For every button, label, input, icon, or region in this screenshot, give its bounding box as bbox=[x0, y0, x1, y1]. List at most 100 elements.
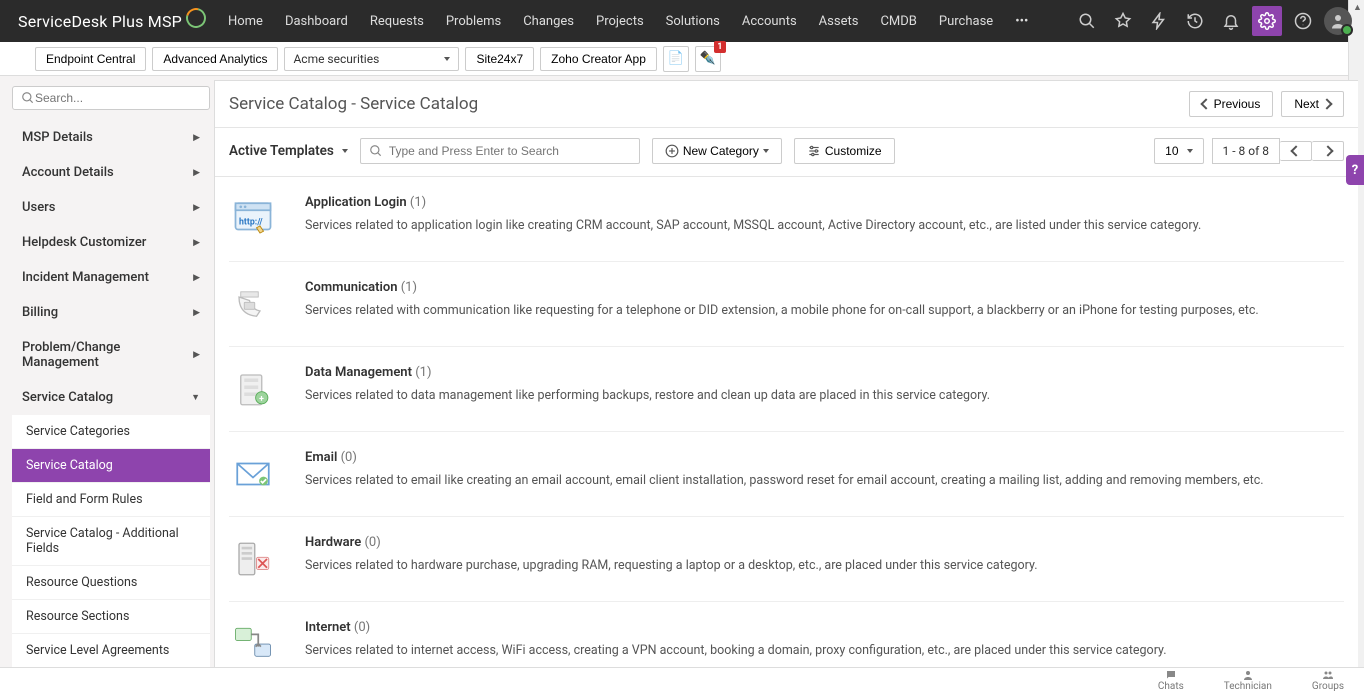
sidebar-item-service-catalog[interactable]: Service Catalog▼ bbox=[12, 380, 210, 415]
nav-projects[interactable]: Projects bbox=[596, 14, 644, 29]
search-icon bbox=[21, 91, 35, 105]
nav-solutions[interactable]: Solutions bbox=[666, 14, 720, 29]
nav-accounts[interactable]: Accounts bbox=[742, 14, 797, 29]
chevron-right-icon: ▶ bbox=[193, 133, 200, 143]
category-title: Application Login (1) bbox=[305, 195, 1344, 210]
sidebar-search[interactable] bbox=[12, 86, 210, 110]
nav-assets[interactable]: Assets bbox=[819, 14, 859, 29]
template-search[interactable] bbox=[360, 138, 640, 164]
chevron-right-icon: ▶ bbox=[193, 203, 200, 213]
sidebar-sub-resource-questions[interactable]: Resource Questions bbox=[12, 566, 210, 600]
nav-home[interactable]: Home bbox=[228, 14, 263, 29]
sidebar-item-helpdesk-customizer[interactable]: Helpdesk Customizer▶ bbox=[12, 225, 210, 260]
sidebar-item-account-details[interactable]: Account Details▶ bbox=[12, 155, 210, 190]
app-logo: ServiceDesk Plus MSP bbox=[18, 11, 206, 31]
advanced-analytics-button[interactable]: Advanced Analytics bbox=[152, 47, 278, 71]
sidebar-search-input[interactable] bbox=[35, 91, 201, 105]
user-avatar[interactable] bbox=[1324, 7, 1352, 35]
category-item[interactable]: Communication (1)Services related with c… bbox=[229, 262, 1344, 347]
sidebar-item-problem-change[interactable]: Problem/Change Management▶ bbox=[12, 330, 210, 380]
sidebar-item-users[interactable]: Users▶ bbox=[12, 190, 210, 225]
svg-text:+: + bbox=[259, 394, 264, 404]
category-item[interactable]: Hardware (0) Services related to hardware… bbox=[229, 517, 1344, 602]
category-item[interactable]: Email (0) Services related to email like … bbox=[229, 432, 1344, 517]
chevron-right-icon: ▶ bbox=[193, 273, 200, 283]
help-icon[interactable] bbox=[1288, 6, 1318, 36]
chevron-right-icon: ▶ bbox=[193, 168, 200, 178]
announce-badge: 1 bbox=[714, 41, 726, 53]
logo-text: ServiceDesk Plus MSP bbox=[18, 12, 182, 31]
app-icon: http:// bbox=[229, 195, 277, 243]
category-desc: Services related to application login li… bbox=[305, 218, 1344, 233]
nav-more[interactable]: ••• bbox=[1015, 14, 1028, 29]
account-select[interactable]: Acme securities bbox=[284, 47, 459, 71]
search-icon[interactable] bbox=[1072, 6, 1102, 36]
chat-icon bbox=[1164, 669, 1178, 681]
nav-changes[interactable]: Changes bbox=[523, 14, 574, 29]
new-category-button[interactable]: New Category bbox=[652, 138, 782, 164]
chevron-down-icon: ▼ bbox=[191, 392, 200, 403]
sidebar-item-incident-management[interactable]: Incident Management▶ bbox=[12, 260, 210, 295]
category-desc: Services related to email like creating … bbox=[305, 473, 1344, 488]
topbar-actions bbox=[1072, 6, 1352, 36]
category-list[interactable]: http:// Application Login (1) Services rel… bbox=[215, 177, 1358, 667]
category-item[interactable]: http:// Application Login (1) Services rel… bbox=[229, 177, 1344, 262]
category-desc: Services related to internet access, WiF… bbox=[305, 643, 1344, 658]
sidebar-sub-additional-fields[interactable]: Service Catalog - Additional Fields bbox=[12, 517, 210, 566]
announce-icon-button[interactable]: ✒️1 bbox=[695, 46, 721, 72]
footer-technician[interactable]: Technician bbox=[1224, 669, 1272, 692]
template-search-input[interactable] bbox=[389, 144, 631, 158]
category-item[interactable]: +Data Management (1)Services related to … bbox=[229, 347, 1344, 432]
nav-problems[interactable]: Problems bbox=[446, 14, 501, 29]
sidebar-sub-service-catalog[interactable]: Service Catalog bbox=[12, 449, 210, 483]
chevron-down-icon bbox=[342, 149, 348, 153]
nav-cmdb[interactable]: CMDB bbox=[880, 14, 916, 29]
help-tab[interactable]: ? bbox=[1346, 155, 1364, 185]
nav-purchase[interactable]: Purchase bbox=[939, 14, 993, 29]
top-nav-links: Home Dashboard Requests Problems Changes… bbox=[228, 14, 1072, 29]
page-title: Service Catalog - Service Catalog bbox=[229, 94, 478, 114]
chevron-left-icon bbox=[1290, 145, 1301, 156]
history-icon[interactable] bbox=[1180, 6, 1210, 36]
settings-gear-icon[interactable] bbox=[1252, 6, 1282, 36]
net-icon bbox=[229, 620, 277, 667]
customize-button[interactable]: Customize bbox=[794, 138, 895, 164]
data-icon: + bbox=[229, 365, 277, 413]
sidebar-sub-resource-sections[interactable]: Resource Sections bbox=[12, 600, 210, 634]
category-desc: Services related to data management like… bbox=[305, 388, 1344, 403]
page-size-select[interactable]: 10 bbox=[1154, 138, 1203, 164]
chevron-right-icon bbox=[1321, 98, 1332, 109]
footer-groups[interactable]: Groups bbox=[1312, 669, 1344, 692]
context-bar: Endpoint Central Advanced Analytics Acme… bbox=[0, 42, 1364, 76]
category-item[interactable]: Internet (0) Services related to internet… bbox=[229, 602, 1344, 667]
page-prev-button[interactable] bbox=[1280, 141, 1312, 161]
bell-icon[interactable] bbox=[1216, 6, 1246, 36]
active-templates-dropdown[interactable]: Active Templates bbox=[229, 143, 348, 159]
category-title: Internet (0) bbox=[305, 620, 1344, 635]
sidebar-sub-service-categories[interactable]: Service Categories bbox=[12, 415, 210, 449]
category-title: Hardware (0) bbox=[305, 535, 1344, 550]
notes-icon-button[interactable]: 📄 bbox=[663, 46, 689, 72]
page-next-button[interactable] bbox=[1312, 141, 1344, 161]
chevron-right-icon: ▶ bbox=[193, 350, 200, 360]
sidebar-item-billing[interactable]: Billing▶ bbox=[12, 295, 210, 330]
previous-button[interactable]: Previous bbox=[1189, 91, 1274, 117]
footer-chats[interactable]: Chats bbox=[1158, 669, 1184, 692]
email-icon bbox=[229, 450, 277, 498]
nav-dashboard[interactable]: Dashboard bbox=[285, 14, 348, 29]
pin-icon[interactable] bbox=[1108, 6, 1138, 36]
zoho-creator-button[interactable]: Zoho Creator App bbox=[540, 47, 657, 71]
footer-bar: Chats Technician Groups bbox=[0, 667, 1364, 693]
category-title: Email (0) bbox=[305, 450, 1344, 465]
endpoint-central-button[interactable]: Endpoint Central bbox=[35, 47, 146, 71]
next-button[interactable]: Next bbox=[1281, 91, 1344, 117]
category-desc: Services related to hardware purchase, u… bbox=[305, 558, 1344, 573]
site24x7-button[interactable]: Site24x7 bbox=[465, 47, 534, 71]
sidebar-sub-field-form-rules[interactable]: Field and Form Rules bbox=[12, 483, 210, 517]
top-navbar: ServiceDesk Plus MSP Home Dashboard Requ… bbox=[0, 0, 1364, 42]
bolt-icon[interactable] bbox=[1144, 6, 1174, 36]
sidebar-item-msp-details[interactable]: MSP Details▶ bbox=[12, 120, 210, 155]
sidebar-sub-sla[interactable]: Service Level Agreements bbox=[12, 634, 210, 667]
chevron-right-icon: ▶ bbox=[193, 308, 200, 318]
nav-requests[interactable]: Requests bbox=[370, 14, 424, 29]
